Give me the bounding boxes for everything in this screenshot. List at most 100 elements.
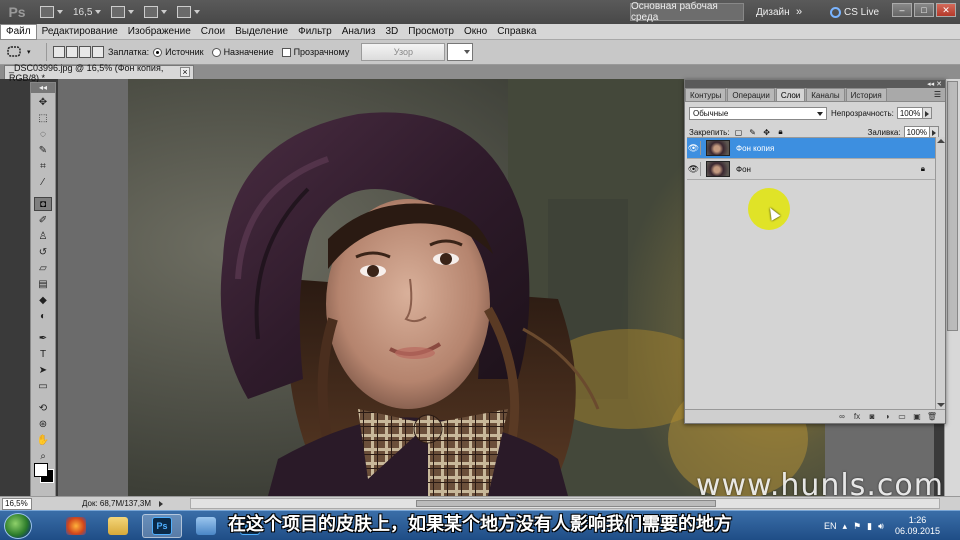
foreground-color-swatch[interactable] (34, 463, 48, 477)
canvas-vertical-scrollbar[interactable] (944, 79, 960, 496)
panel-menu-icon[interactable]: ☰ (934, 90, 941, 99)
language-indicator[interactable]: EN (824, 521, 837, 531)
panel-title-strip[interactable]: ◂◂ ✕ (685, 80, 945, 88)
close-button[interactable]: ✕ (936, 3, 956, 17)
action-center-icon[interactable]: ⚑ (853, 521, 861, 532)
move-tool-icon[interactable]: ✥ (34, 95, 52, 109)
lock-transparent-icon[interactable]: ▢ (734, 127, 744, 137)
network-icon[interactable]: ▮ (867, 521, 872, 532)
transparent-checkbox[interactable]: Прозрачному (281, 47, 349, 57)
3d-orbit-tool-icon[interactable]: ⊛ (34, 417, 52, 431)
use-pattern-button[interactable]: Узор (361, 43, 446, 61)
lock-pixels-icon[interactable]: ✎ (748, 127, 758, 137)
workspace-more-button[interactable]: » (796, 3, 802, 21)
menu-image[interactable]: Изображение (123, 24, 196, 40)
path-selection-tool-icon[interactable]: ➤ (34, 363, 52, 377)
minimize-button[interactable]: – (892, 3, 912, 17)
view-extras-button[interactable] (111, 3, 135, 21)
tab-history[interactable]: История (845, 88, 887, 101)
adjustment-layer-icon[interactable]: ◑ (882, 412, 892, 422)
menu-layers[interactable]: Слои (196, 24, 230, 40)
vertical-scroll-thumb[interactable] (947, 81, 958, 331)
taskbar-explorer[interactable] (98, 514, 138, 538)
subtract-selection-mode[interactable] (79, 46, 91, 58)
tool-preset-picker[interactable]: ▾ (6, 42, 40, 62)
3d-rotate-tool-icon[interactable]: ⟲ (34, 401, 52, 415)
status-menu-arrow-icon[interactable] (159, 500, 164, 507)
visibility-eye-icon[interactable]: 👁︎ (687, 162, 701, 176)
status-zoom-input[interactable]: 16,5% (2, 497, 32, 510)
delete-layer-icon[interactable]: 🗑︎ (927, 412, 937, 422)
zoom-dropdown[interactable]: 16,5 (73, 3, 102, 21)
layer-mask-icon[interactable]: ◙ (867, 412, 877, 422)
new-group-icon[interactable]: ▭ (897, 412, 907, 422)
intersect-selection-mode[interactable] (92, 46, 104, 58)
panel-collapse-icon[interactable]: ◂◂ ✕ (927, 80, 942, 88)
workspace-design-button[interactable]: Дизайн (756, 3, 790, 21)
lasso-tool-icon[interactable]: ◌ (34, 127, 52, 141)
layers-scrollbar[interactable] (935, 137, 945, 409)
opacity-slider-toggle[interactable] (922, 107, 932, 119)
menu-edit[interactable]: Редактирование (37, 24, 123, 40)
layer-style-icon[interactable]: fx (852, 412, 862, 422)
menu-filter[interactable]: Фильтр (293, 24, 337, 40)
visibility-eye-icon[interactable]: 👁︎ (687, 141, 701, 155)
patch-tool-icon[interactable]: ◘ (34, 197, 52, 211)
document-tab-close-button[interactable]: × (180, 67, 190, 77)
arrange-documents-button[interactable] (144, 3, 168, 21)
menu-file[interactable]: Файл (0, 23, 37, 40)
source-radio[interactable]: Источник (153, 47, 204, 57)
tray-expand-icon[interactable]: ▴ (843, 521, 848, 532)
marquee-tool-icon[interactable]: ⬚ (34, 111, 52, 125)
menu-3d[interactable]: 3D (380, 24, 403, 40)
cs-live-button[interactable]: CS Live (830, 3, 879, 21)
horizontal-scroll-thumb[interactable] (416, 500, 716, 507)
shape-tool-icon[interactable]: ▭ (34, 379, 52, 393)
eraser-tool-icon[interactable]: ▱ (34, 261, 52, 275)
lock-all-icon[interactable]: 🔒︎ (776, 127, 786, 137)
menu-window[interactable]: Окно (459, 24, 492, 40)
maximize-button[interactable]: □ (914, 3, 934, 17)
link-layers-icon[interactable]: ∞ (837, 412, 847, 422)
screen-mode-button[interactable] (177, 3, 201, 21)
menu-view[interactable]: Просмотр (403, 24, 459, 40)
tools-panel-header[interactable]: ◂◂ (31, 83, 55, 93)
taskbar-firefox[interactable] (56, 514, 96, 538)
gradient-tool-icon[interactable]: ▤ (34, 277, 52, 291)
menu-analysis[interactable]: Анализ (337, 24, 381, 40)
opacity-input[interactable]: 100% (896, 107, 923, 119)
destination-radio[interactable]: Назначение (211, 47, 274, 57)
crop-tool-icon[interactable]: ⌗ (34, 159, 52, 173)
hand-tool-icon[interactable]: ✋ (34, 433, 52, 447)
history-brush-tool-icon[interactable]: ↺ (34, 245, 52, 259)
clone-stamp-tool-icon[interactable]: ♙ (34, 229, 52, 243)
menu-help[interactable]: Справка (492, 24, 541, 40)
tab-channels[interactable]: Каналы (806, 88, 845, 101)
panel-tab-row: Контуры Операции Слои Каналы История ☰ (685, 88, 945, 102)
lock-position-icon[interactable]: ✥ (762, 127, 772, 137)
blur-tool-icon[interactable]: ◆ (34, 293, 52, 307)
taskbar-clock[interactable]: 1:26 06.09.2015 (895, 515, 940, 537)
pattern-picker[interactable] (447, 43, 474, 61)
volume-icon[interactable]: 🔊︎ (878, 521, 884, 532)
add-selection-mode[interactable] (66, 46, 78, 58)
tab-paths[interactable]: Контуры (685, 88, 727, 101)
quick-selection-tool-icon[interactable]: ✎ (34, 143, 52, 157)
blend-mode-select[interactable]: Обычные (689, 106, 827, 120)
layer-row-background[interactable]: 👁︎ Фон 🔒︎ (687, 159, 935, 180)
type-tool-icon[interactable]: T (34, 347, 52, 361)
new-layer-icon[interactable]: ▣ (912, 412, 922, 422)
start-button-icon[interactable] (4, 513, 32, 539)
tab-layers[interactable]: Слои (775, 88, 806, 101)
tab-actions[interactable]: Операции (727, 88, 775, 101)
pen-tool-icon[interactable]: ✒ (34, 331, 52, 345)
new-selection-mode[interactable] (53, 46, 65, 58)
eyedropper-tool-icon[interactable]: ⁄ (34, 175, 52, 189)
workspace-essentials-button[interactable]: Основная рабочая среда (630, 1, 744, 23)
menu-select[interactable]: Выделение (230, 24, 293, 40)
dodge-tool-icon[interactable]: ◐ (34, 309, 52, 323)
document-tab[interactable]: _DSC03996.jpg @ 16,5% (Фон копия, RGB/8)… (4, 63, 194, 83)
brush-tool-icon[interactable]: ✐ (34, 213, 52, 227)
bridge-button[interactable] (40, 3, 63, 21)
layer-row-background-copy[interactable]: 👁︎ Фон копия (687, 138, 935, 159)
